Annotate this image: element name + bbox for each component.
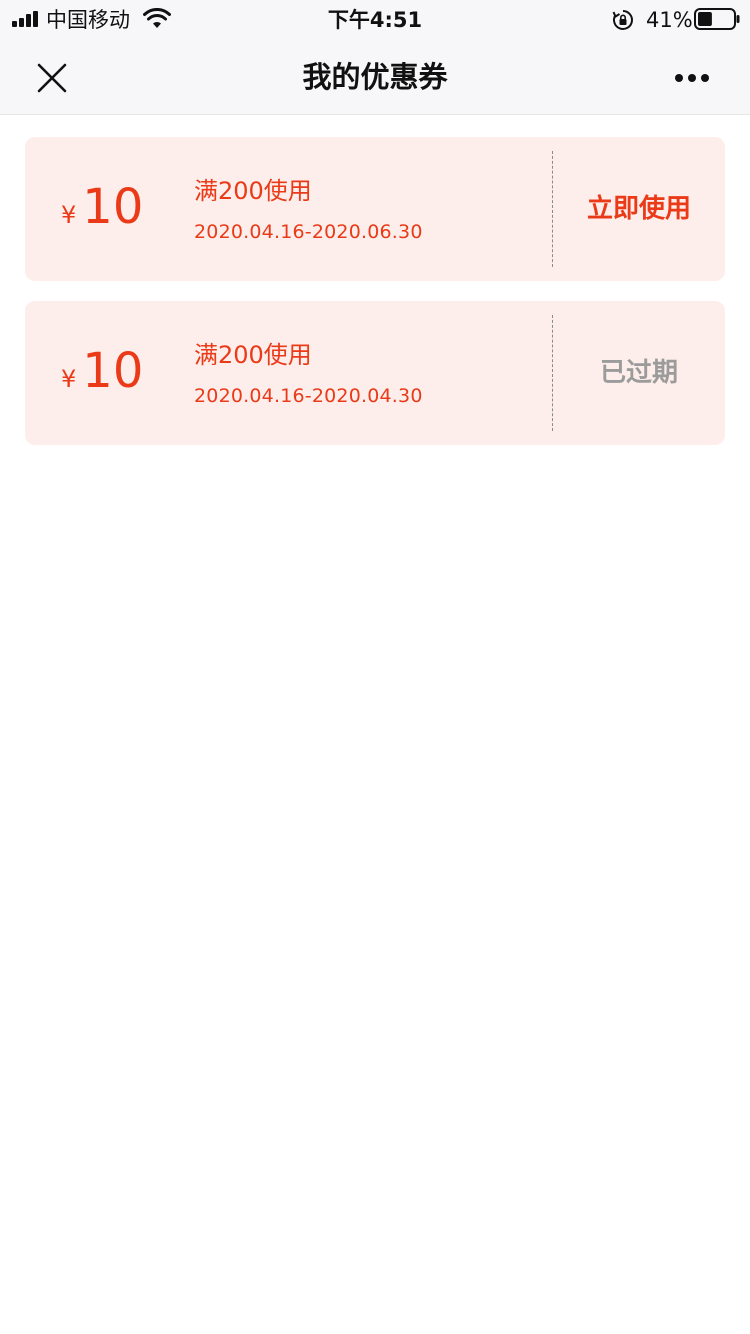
coupon-amount: ¥ 10 <box>61 179 143 239</box>
expired-label: 已过期 <box>599 358 678 388</box>
battery-icon <box>694 8 740 30</box>
coupon-amount: ¥ 10 <box>61 343 143 403</box>
coupon-validity: 2020.04.16-2020.06.30 <box>194 221 423 243</box>
currency-symbol: ¥ <box>61 365 77 393</box>
coupon-condition: 满200使用 <box>194 341 312 369</box>
more-button[interactable] <box>664 54 720 102</box>
coupon-card: ¥ 10 满200使用 2020.04.16-2020.04.30 已过期 <box>25 301 725 445</box>
coupon-card: ¥ 10 满200使用 2020.04.16-2020.06.30 立即使用 <box>25 137 725 281</box>
use-now-button[interactable]: 立即使用 <box>553 191 725 227</box>
coupon-validity: 2020.04.16-2020.04.30 <box>194 385 423 407</box>
status-time: 下午4:51 <box>327 8 423 32</box>
currency-symbol: ¥ <box>61 201 77 229</box>
coupon-value: 10 <box>82 179 144 235</box>
coupon-condition: 满200使用 <box>194 177 312 205</box>
rotation-lock-icon <box>612 10 633 30</box>
battery-percent: 41% <box>646 8 693 32</box>
more-icon <box>675 74 709 82</box>
coupon-value: 10 <box>82 343 144 399</box>
nav-bar: 我的优惠券 <box>0 40 750 115</box>
status-bar: 中国移动 下午4:51 41% <box>0 0 750 40</box>
page-title: 我的优惠券 <box>302 60 448 94</box>
